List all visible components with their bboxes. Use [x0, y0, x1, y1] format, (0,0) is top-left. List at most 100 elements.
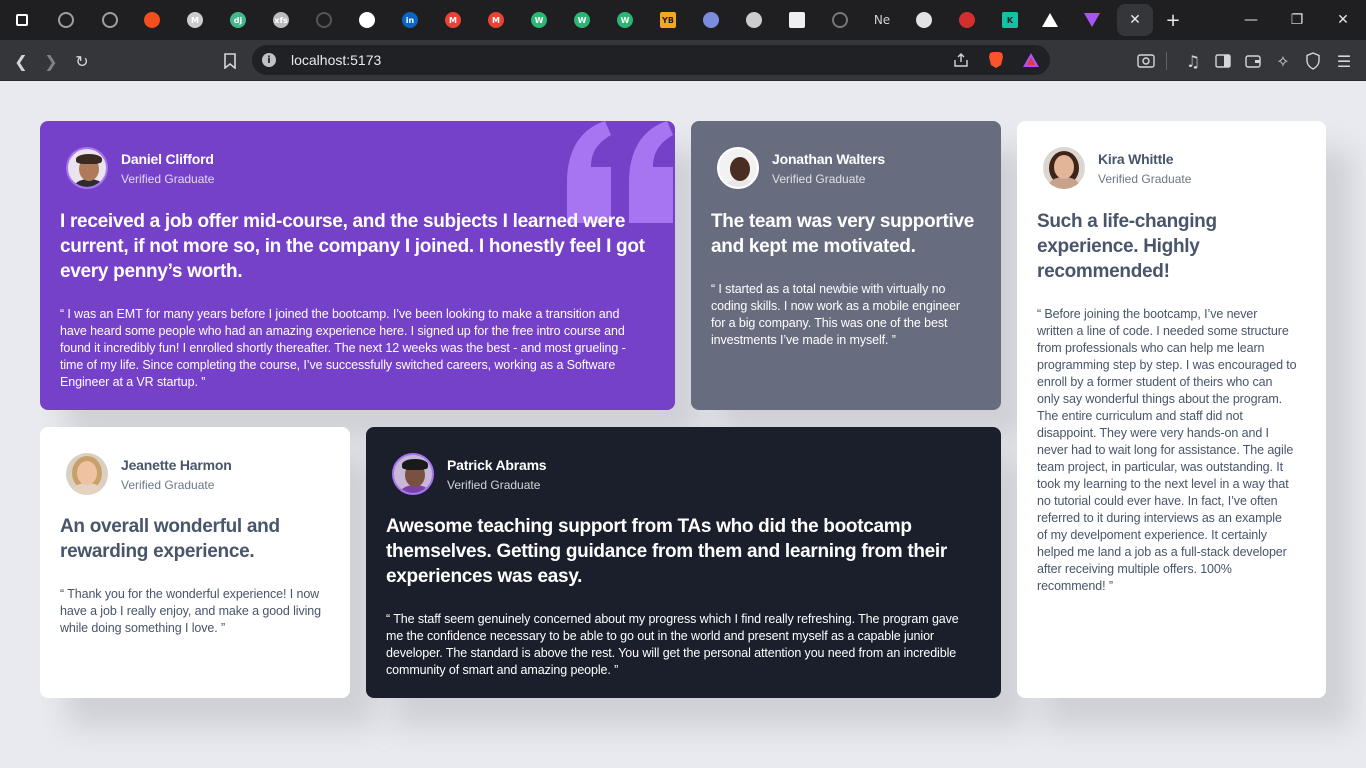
browser-tab[interactable]: W [611, 6, 639, 34]
reload-button[interactable]: ↻ [69, 48, 95, 74]
browser-tab[interactable]: W [568, 6, 596, 34]
shield-icon [1306, 52, 1320, 70]
bookmark-button[interactable] [217, 48, 243, 74]
browser-tab[interactable]: M [439, 6, 467, 34]
avatar-face [1054, 155, 1074, 179]
site-info-icon[interactable]: i [262, 53, 276, 67]
quote-line: for a big company. This was one of the b… [711, 316, 948, 330]
testimonial-headline: Awesome teaching support from TAs who di… [386, 514, 947, 589]
headline-line: and kept me motivated. [711, 236, 916, 257]
brave-shields-button[interactable] [983, 47, 1009, 73]
sidebar-button[interactable] [1210, 48, 1236, 74]
leo-ai-button[interactable]: ✧ [1270, 48, 1296, 74]
browser-tab[interactable]: M [482, 6, 510, 34]
white-circle-icon [359, 12, 375, 28]
url-text[interactable]: localhost:5173 [291, 52, 381, 68]
sidebar-icon [1215, 54, 1231, 68]
browser-tab[interactable]: in [396, 6, 424, 34]
browser-tab[interactable] [953, 6, 981, 34]
author-name: Kira Whittle [1098, 150, 1174, 167]
quotation-mark-icon [567, 121, 673, 223]
quote-line: team project, in particular, was outstan… [1037, 460, 1284, 474]
browser-tab[interactable] [138, 6, 166, 34]
quote-line: “ Before joining the bootcamp, I’ve neve… [1037, 307, 1258, 321]
active-tab[interactable]: ✕ [1117, 4, 1153, 36]
minimize-button[interactable]: — [1228, 0, 1274, 40]
bookmark-icon [224, 53, 236, 69]
tab-search-icon [1137, 54, 1155, 68]
address-bar[interactable]: i localhost:5173 [252, 45, 1050, 75]
browser-tab[interactable]: dj [224, 6, 252, 34]
toolbar-divider [1166, 52, 1167, 70]
testimonial-card-patrick: Patrick Abrams Verified Graduate Awesome… [366, 427, 1001, 698]
browser-tab[interactable] [826, 6, 854, 34]
quote-line: me the confidence necessary to be able t… [386, 629, 934, 643]
quote-line: programming step by step. I was encourag… [1037, 358, 1297, 372]
browser-tab[interactable] [8, 6, 36, 34]
author-name: Daniel Clifford [121, 150, 214, 167]
reload-icon: ↻ [75, 51, 89, 71]
owl-icon [746, 12, 762, 28]
quote-line: never had to wait long for assistance. T… [1037, 443, 1294, 457]
quote-line: from professionals who can help me learn [1037, 341, 1265, 355]
headline-line: themselves. Getting guidance from them a… [386, 541, 948, 562]
testimonial-quote: “ Before joining the bootcamp, I’ve neve… [1037, 306, 1297, 595]
browser-tab[interactable] [96, 6, 124, 34]
browser-toolbar: ❮ ❯ ↻ i localhost:5173 ♫ ✧ ☰ [0, 40, 1366, 81]
figma-icon [144, 12, 160, 28]
author-block: Jonathan Walters Verified Graduate [717, 147, 885, 189]
browser-tab[interactable] [52, 6, 80, 34]
browser-tab[interactable]: M [181, 6, 209, 34]
close-tab-icon[interactable]: ✕ [1129, 12, 1141, 28]
main-menu-button[interactable]: ☰ [1331, 48, 1357, 74]
browser-tab[interactable] [740, 6, 768, 34]
share-button[interactable] [948, 47, 974, 73]
hamburger-menu-icon: ☰ [1336, 51, 1352, 71]
wallet-button[interactable] [1240, 48, 1266, 74]
quote-line: Engineer at a VR startup. ” [60, 375, 206, 389]
browser-tab[interactable] [353, 6, 381, 34]
circle-icon [316, 12, 332, 28]
browser-tab[interactable] [783, 6, 811, 34]
avatar-jeanette [66, 453, 108, 495]
browser-tab[interactable] [310, 6, 338, 34]
new-tab-button[interactable]: + [1159, 6, 1187, 34]
restore-button[interactable]: ❐ [1274, 0, 1320, 40]
tab-search-button[interactable] [1133, 48, 1159, 74]
author-name: Patrick Abrams [447, 456, 547, 473]
ring-icon [102, 12, 118, 28]
wallet-icon [1245, 55, 1261, 68]
browser-tab[interactable]: Ne [868, 6, 896, 34]
browser-tab[interactable] [910, 6, 938, 34]
headline-line: experience. Highly [1037, 236, 1200, 257]
testimonial-card-kira: Kira Whittle Verified Graduate Such a li… [1017, 121, 1326, 698]
back-button[interactable]: ❮ [8, 48, 34, 74]
testimonial-quote: “ I started as a total newbie with virtu… [711, 281, 960, 349]
forward-button[interactable]: ❯ [38, 48, 64, 74]
browser-tab[interactable] [1078, 6, 1106, 34]
author-block: Jeanette Harmon Verified Graduate [66, 453, 232, 495]
quote-line: written a line of code. I needed some st… [1037, 324, 1289, 338]
vpn-button[interactable] [1300, 48, 1326, 74]
quote-line: community of smart and amazing people. ” [386, 663, 619, 677]
arrow-left-icon: ❮ [14, 51, 28, 71]
browser-tab[interactable]: W [525, 6, 553, 34]
browser-tab[interactable]: K [996, 6, 1024, 34]
browser-tab[interactable] [1036, 6, 1064, 34]
loading-icon [832, 12, 848, 28]
quote-line: no tutorial could ever have. In fact, I’… [1037, 494, 1278, 508]
browser-tab[interactable]: xfs [267, 6, 295, 34]
testimonial-headline: The team was very supportive and kept me… [711, 209, 974, 259]
headline-line: current, if not more so, in the company … [60, 236, 645, 257]
testimonial-card-daniel: Daniel Clifford Verified Graduate I rece… [40, 121, 675, 410]
headline-line: Awesome teaching support from TAs who di… [386, 516, 912, 537]
close-window-button[interactable]: ✕ [1320, 0, 1366, 40]
browser-tab[interactable]: YB [654, 6, 682, 34]
browser-tab[interactable] [697, 6, 725, 34]
page-icon [789, 12, 805, 28]
django-icon: dj [230, 12, 246, 28]
brave-rewards-button[interactable] [1018, 47, 1044, 73]
quote-line: after receiving multiple offers. 100% [1037, 562, 1232, 576]
media-button[interactable]: ♫ [1180, 48, 1206, 74]
quote-line: investments I’ve made in myself. ” [711, 333, 896, 347]
